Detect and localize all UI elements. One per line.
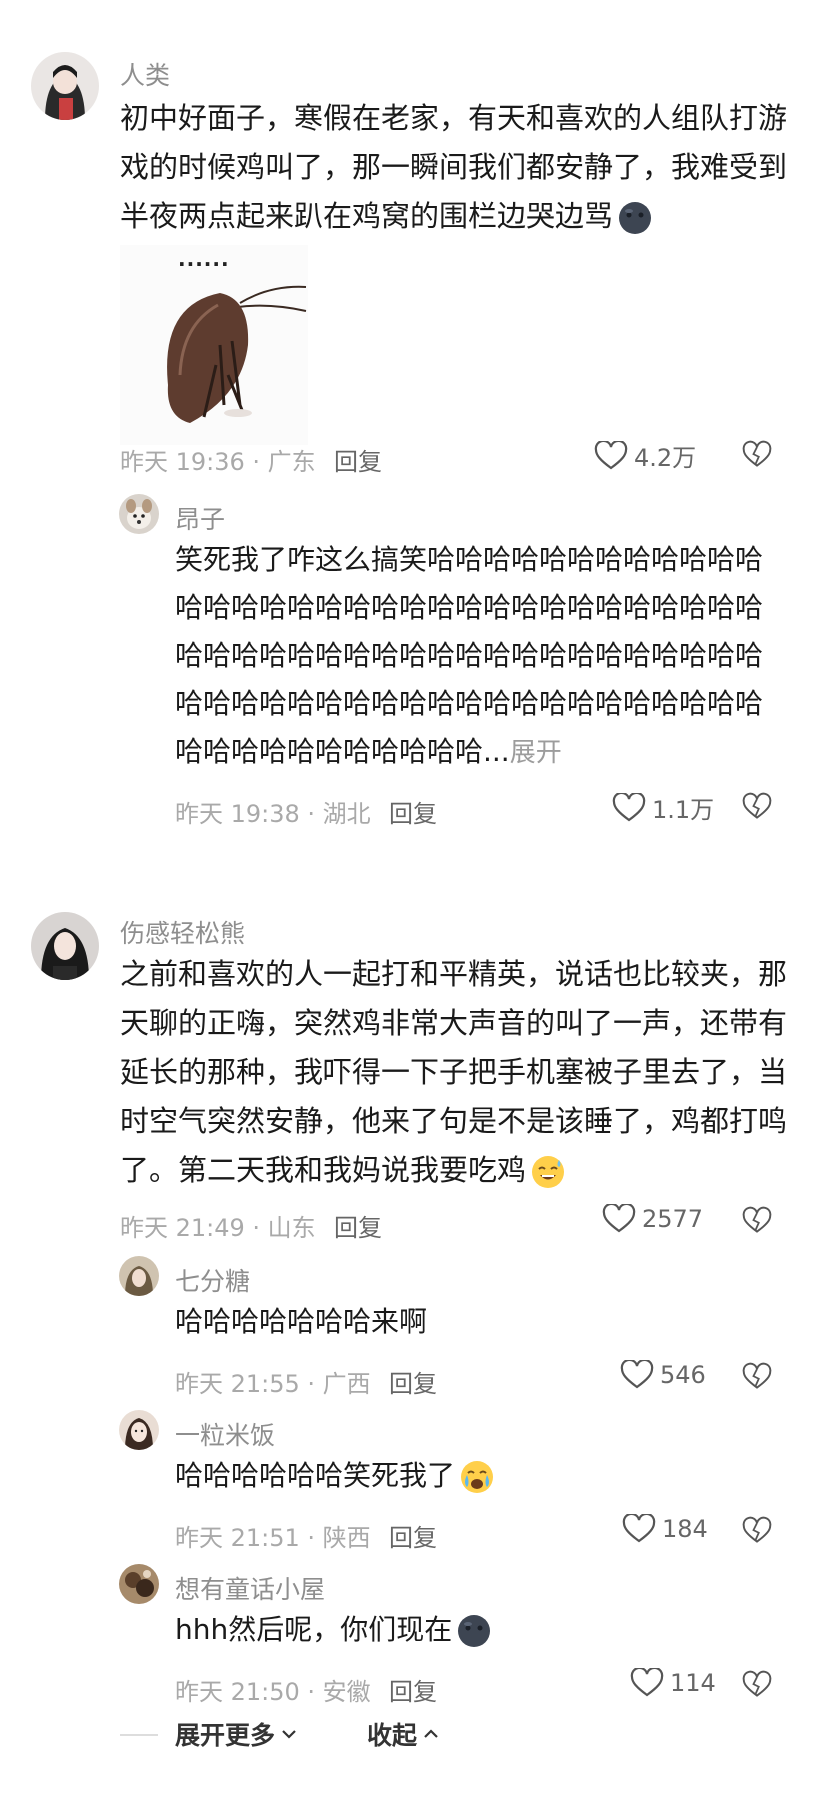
heart-icon <box>630 1668 664 1697</box>
reply-meta: 昨天 21:51 · 陕西 <box>175 1524 371 1552</box>
comment-meta: 昨天 21:49 · 山东 <box>120 1214 316 1242</box>
username[interactable]: 昂子 <box>175 500 225 536</box>
divider <box>120 1734 158 1736</box>
chevron-down-icon <box>282 1730 296 1739</box>
like-button[interactable]: 114 <box>630 1668 716 1698</box>
comment-text: 之前和喜欢的人一起打和平精英，说话也比较夹，那 天聊的正嗨，突然鸡非常大声音的叫… <box>120 950 800 1195</box>
like-count: 184 <box>662 1515 708 1543</box>
sweat-smile-emoji <box>530 1154 566 1190</box>
heart-icon <box>620 1360 654 1389</box>
broken-heart-icon[interactable] <box>742 1670 772 1700</box>
comment-line-text: 半夜两点起来趴在鸡窝的围栏边哭边骂 <box>120 199 614 233</box>
heart-icon <box>594 440 628 469</box>
collapse-label: 收起 <box>367 1721 418 1750</box>
dark-face-emoji <box>456 1613 492 1649</box>
cockroach-sticker[interactable]: ...... <box>120 245 308 445</box>
expand-more-button[interactable]: 展开更多 <box>175 1716 297 1752</box>
collapse-button[interactable]: 收起 <box>367 1716 439 1752</box>
reply-text: hhh然后呢，你们现在 <box>175 1606 492 1654</box>
broken-heart-icon[interactable] <box>742 792 772 822</box>
like-count: 1.1万 <box>652 796 715 824</box>
comment-line: 延长的那种，我吓得一下子把手机塞被子里去了，当 <box>120 1055 788 1089</box>
like-count: 2577 <box>642 1205 704 1233</box>
like-button[interactable]: 546 <box>620 1360 706 1390</box>
heart-icon <box>612 792 646 821</box>
comment-line: 初中好面子，寒假在老家，有天和喜欢的人组队打游 <box>120 101 788 135</box>
reply-text-content: 哈哈哈哈哈哈笑死我了 <box>175 1459 456 1492</box>
expand-more-label: 展开更多 <box>175 1721 276 1750</box>
like-button[interactable]: 4.2万 <box>594 438 696 473</box>
heart-icon <box>602 1204 636 1233</box>
expand-link[interactable]: 展开 <box>510 738 562 768</box>
comment-line: 戏的时候鸡叫了，那一瞬间我们都安静了，我难受到 <box>120 150 788 184</box>
comment-line: 了。第二天我和我妈说我要吃鸡 <box>120 1146 800 1195</box>
avatar[interactable] <box>119 1256 159 1296</box>
comment-meta: 昨天 19:36 · 广东 <box>120 448 316 476</box>
broken-heart-icon[interactable] <box>742 1362 772 1392</box>
comment-text: 初中好面子，寒假在老家，有天和喜欢的人组队打游 戏的时候鸡叫了，那一瞬间我们都安… <box>120 94 800 241</box>
reply-button[interactable]: 回复 <box>389 1518 437 1553</box>
username[interactable]: 人类 <box>120 56 170 92</box>
avatar[interactable] <box>31 52 99 120</box>
reply-button[interactable]: 回复 <box>334 442 382 477</box>
broken-heart-icon[interactable] <box>742 440 772 470</box>
like-button[interactable]: 1.1万 <box>612 790 714 825</box>
comment-line: 时空气突然安静，他来了句是不是该睡了，鸡都打鸣 <box>120 1104 788 1138</box>
reply-button[interactable]: 回复 <box>389 794 437 829</box>
chevron-up-icon <box>424 1729 438 1738</box>
reply-line: 哈哈哈哈哈哈哈哈哈哈哈哈哈哈哈哈哈哈哈哈哈 <box>175 639 764 672</box>
dark-face-emoji <box>617 200 653 236</box>
reply-text: 哈哈哈哈哈哈哈来啊 <box>175 1305 428 1338</box>
reply-line: 哈哈哈哈哈哈哈哈哈哈哈哈哈哈哈哈哈哈哈哈哈 <box>175 687 764 720</box>
reply-line: 笑死我了咋这么搞笑哈哈哈哈哈哈哈哈哈哈哈哈 <box>175 543 764 576</box>
reply-meta: 昨天 19:38 · 湖北 <box>175 800 371 828</box>
reply-line: 哈哈哈哈哈哈哈哈哈哈哈...展开 <box>175 728 795 777</box>
reply-button[interactable]: 回复 <box>389 1364 437 1399</box>
sad-cockroach-sticker <box>167 285 307 423</box>
reply-button[interactable]: 回复 <box>334 1208 382 1243</box>
crying-laughing-emoji <box>459 1459 495 1495</box>
like-count: 546 <box>660 1361 706 1389</box>
comment-line: 天聊的正嗨，突然鸡非常大声音的叫了一声，还带有 <box>120 1006 788 1040</box>
reply-line: 哈哈哈哈哈哈哈哈哈哈哈哈哈哈哈哈哈哈哈哈哈 <box>175 591 764 624</box>
broken-heart-icon[interactable] <box>742 1206 772 1236</box>
avatar[interactable] <box>31 912 99 980</box>
reply-text: 哈哈哈哈哈哈笑死我了 <box>175 1452 495 1500</box>
username[interactable]: 一粒米饭 <box>175 1416 275 1452</box>
like-button[interactable]: 184 <box>622 1514 708 1544</box>
avatar[interactable] <box>119 1410 159 1450</box>
comment-line: 半夜两点起来趴在鸡窝的围栏边哭边骂 <box>120 192 800 241</box>
reply-button[interactable]: 回复 <box>389 1672 437 1707</box>
heart-icon <box>622 1514 656 1543</box>
username[interactable]: 七分糖 <box>175 1262 250 1298</box>
like-button[interactable]: 2577 <box>602 1204 703 1234</box>
username[interactable]: 想有童话小屋 <box>175 1570 325 1606</box>
comment-line-text: 了。第二天我和我妈说我要吃鸡 <box>120 1153 527 1187</box>
broken-heart-icon[interactable] <box>742 1516 772 1546</box>
reply-text: 笑死我了咋这么搞笑哈哈哈哈哈哈哈哈哈哈哈哈 哈哈哈哈哈哈哈哈哈哈哈哈哈哈哈哈哈哈… <box>175 536 795 777</box>
comment-line: 之前和喜欢的人一起打和平精英，说话也比较夹，那 <box>120 957 788 991</box>
reply-meta: 昨天 21:55 · 广西 <box>175 1370 371 1398</box>
reply-line-text: 哈哈哈哈哈哈哈哈哈哈哈... <box>175 735 510 768</box>
avatar[interactable] <box>119 1564 159 1604</box>
avatar[interactable] <box>119 494 159 534</box>
reply-text-content: hhh然后呢，你们现在 <box>175 1613 453 1646</box>
username[interactable]: 伤感轻松熊 <box>120 914 245 950</box>
like-count: 4.2万 <box>634 444 697 472</box>
reply-meta: 昨天 21:50 · 安徽 <box>175 1678 371 1706</box>
like-count: 114 <box>670 1669 716 1697</box>
